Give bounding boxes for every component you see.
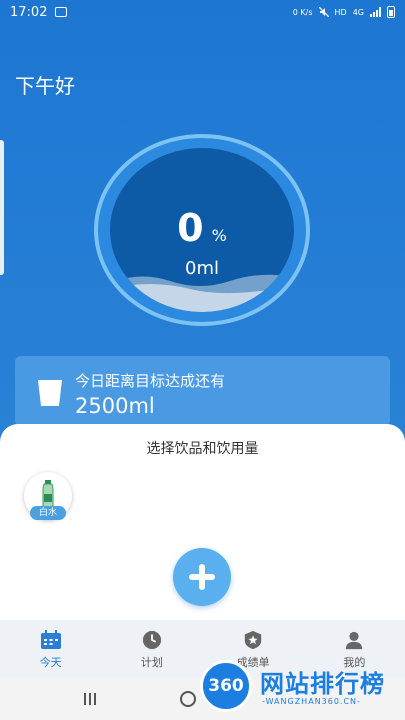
battery-icon xyxy=(387,6,395,18)
signal-icon xyxy=(370,7,381,17)
tab-label: 今天 xyxy=(39,656,62,669)
badge-star-icon xyxy=(244,630,262,650)
status-time: 17:02 xyxy=(10,4,48,20)
home-button[interactable] xyxy=(180,691,196,707)
hd-indicator: HD xyxy=(334,7,347,17)
mute-icon xyxy=(318,7,329,17)
cup-icon xyxy=(38,380,62,406)
goal-label: 今日距离目标达成还有 xyxy=(75,372,226,390)
watermark-text: 网站排行榜 xyxy=(260,670,385,698)
watermark-logo: 360 xyxy=(200,660,252,712)
network-type: 4G xyxy=(352,7,364,17)
tab-today[interactable]: 今天 xyxy=(0,620,101,678)
percent-sign: % xyxy=(211,226,227,245)
watermark-subtext: -WANGZHAN360.CN- xyxy=(262,697,361,706)
greeting-text: 下午好 xyxy=(15,74,75,98)
side-drawer-handle[interactable] xyxy=(0,140,4,275)
net-speed: 0 K/s xyxy=(292,7,313,17)
drink-label: 白水 xyxy=(30,506,66,520)
tab-label: 计划 xyxy=(140,656,163,669)
drink-selection-sheet: 选择饮品和饮用量 白水 xyxy=(0,424,405,620)
tab-plan[interactable]: 计划 xyxy=(101,620,202,678)
volume-value: 0ml xyxy=(185,258,219,279)
status-icons: 0 K/s HD 4G xyxy=(293,6,395,18)
progress-water: 0 % 0ml xyxy=(110,148,294,312)
app-screen: 17:02 0 K/s HD 4G 下午好 0 % 0ml 今日距离目标达成还有… xyxy=(0,0,405,720)
percent-value: 0 xyxy=(177,206,204,250)
add-drink-button[interactable] xyxy=(173,548,231,606)
percent-display: 0 % xyxy=(110,206,294,250)
status-bar: 17:02 0 K/s HD 4G xyxy=(0,0,405,24)
plus-icon xyxy=(189,564,215,590)
goal-remaining-value: 2500ml xyxy=(75,394,155,418)
image-notification-icon xyxy=(55,7,68,17)
recent-apps-button[interactable] xyxy=(84,693,96,705)
progress-ring[interactable]: 0 % 0ml xyxy=(94,134,310,326)
watermark: 360 网站排行榜 -WANGZHAN360.CN- xyxy=(196,654,405,718)
sheet-title: 选择饮品和饮用量 xyxy=(146,441,259,457)
user-icon xyxy=(346,631,363,650)
clock-icon xyxy=(142,630,161,650)
goal-card: 今日距离目标达成还有 2500ml xyxy=(15,356,390,426)
drink-option-water[interactable]: 白水 xyxy=(24,472,72,520)
calendar-icon xyxy=(40,630,61,649)
